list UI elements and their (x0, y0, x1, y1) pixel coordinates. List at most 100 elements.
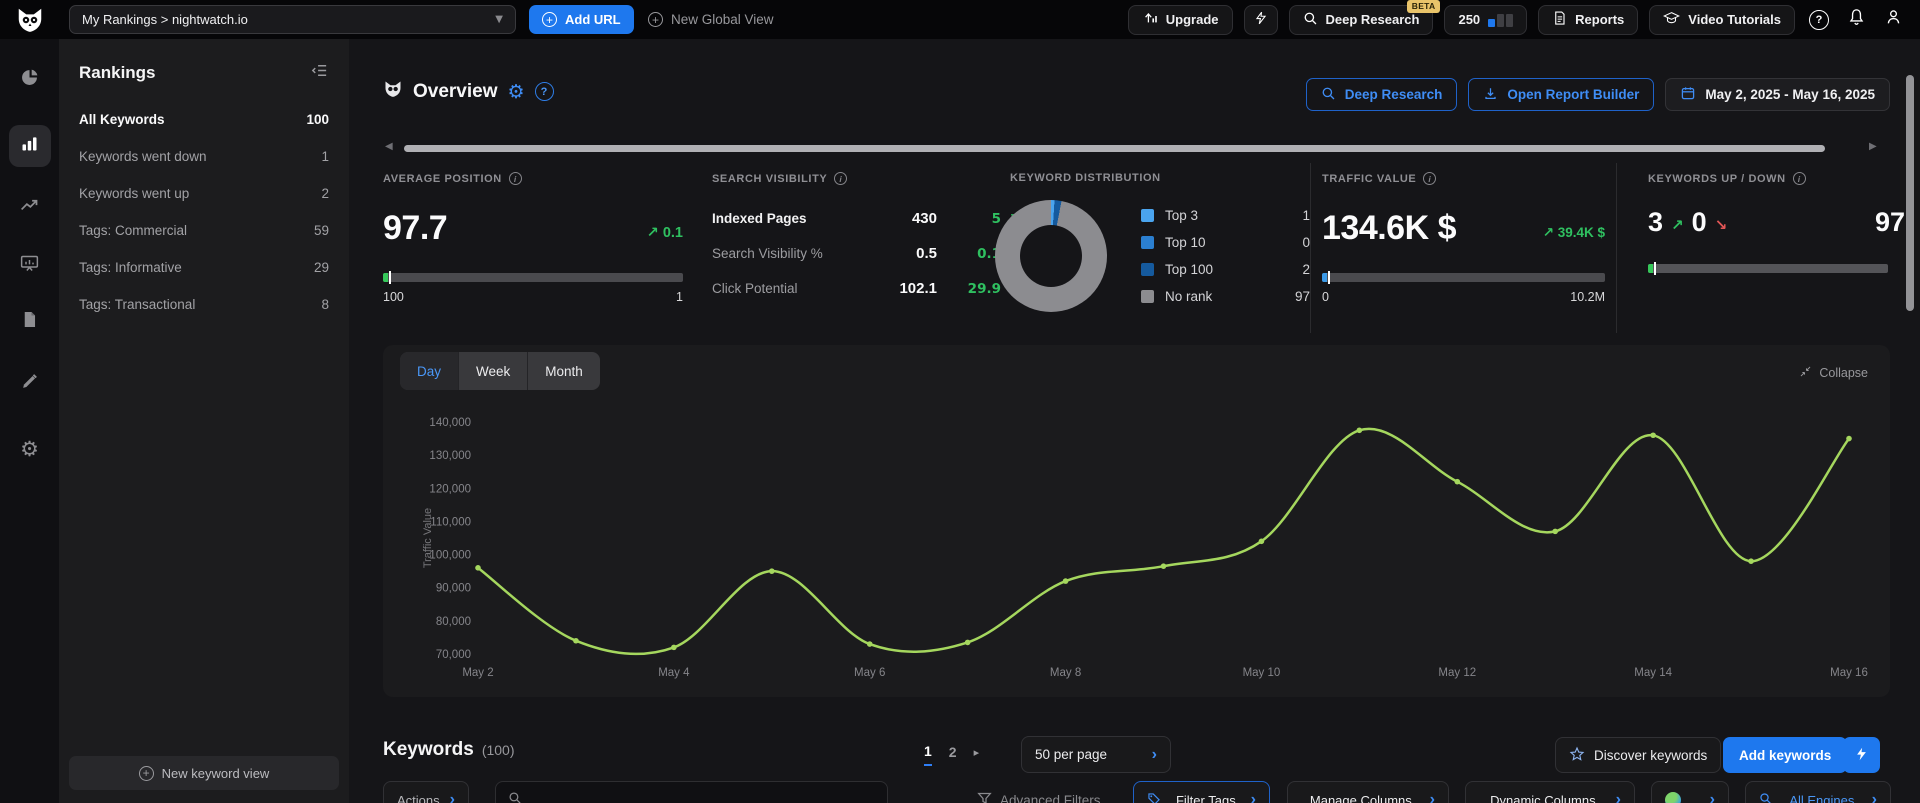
chevron-right-icon: › (1429, 791, 1435, 803)
sidebar-item[interactable]: Tags: Transactional 8 (59, 286, 349, 323)
rankings-sidebar: Rankings All Keywords 100 Keywords went do… (59, 39, 349, 803)
sidebar-item[interactable]: All Keywords 100 (59, 101, 349, 138)
stats-horizontal-scrollbar[interactable] (404, 145, 1825, 152)
nav-site-audit-icon[interactable] (18, 251, 42, 275)
dynamic-columns-button[interactable]: Dynamic Columns › (1465, 781, 1635, 803)
tab-day[interactable]: Day (400, 352, 460, 390)
video-tutorials-button[interactable]: Video Tutorials (1649, 4, 1795, 35)
new-keyword-view-button[interactable]: + New keyword view (69, 756, 339, 790)
project-selector[interactable]: My Rankings > nightwatch.io ▼ (69, 5, 516, 34)
open-report-builder-button[interactable]: Open Report Builder (1468, 78, 1655, 111)
report-document-icon (1552, 10, 1567, 29)
keyword-distribution-donut (995, 200, 1107, 312)
sidebar-collapse-icon[interactable] (310, 61, 329, 85)
manage-columns-button[interactable]: Manage Columns › (1287, 781, 1449, 803)
sidebar-item[interactable]: Tags: Informative 29 (59, 249, 349, 286)
account-button[interactable] (1880, 7, 1906, 33)
trend-down-icon: ↘ (1714, 216, 1728, 234)
bell-icon (1847, 7, 1866, 32)
traffic-value-bar (1322, 271, 1605, 284)
chart-granularity-tabs: Day Week Month (400, 352, 600, 390)
chevron-right-icon: › (1709, 791, 1715, 803)
help-button[interactable]: ? (1806, 7, 1832, 33)
discover-keywords-button[interactable]: Discover keywords (1555, 737, 1722, 773)
legend-row: Top 31 (1141, 202, 1310, 229)
nav-dashboard-pie-icon[interactable] (18, 65, 42, 89)
scroll-right-arrow[interactable]: ▶ (1869, 141, 1877, 152)
person-icon (1884, 7, 1903, 32)
notifications-button[interactable] (1843, 7, 1869, 33)
svg-text:100,000: 100,000 (429, 550, 471, 562)
nav-notes-pencil-icon[interactable] (18, 369, 42, 393)
per-page-selector[interactable]: 50 per page › (1021, 736, 1171, 773)
next-page-icon[interactable]: ▸ (974, 746, 980, 763)
search-visibility-row: Click Potential 102.1 29.9 ↗ (712, 280, 1017, 297)
svg-text:120,000: 120,000 (429, 483, 471, 495)
question-mark-icon: ? (1809, 9, 1829, 30)
auto-discover-lightning-button[interactable] (1843, 737, 1880, 773)
nav-trends-icon[interactable] (18, 193, 42, 217)
nav-settings-gear-icon[interactable]: ⚙ (18, 437, 42, 461)
date-range-picker[interactable]: May 2, 2025 - May 16, 2025 (1665, 78, 1890, 111)
actions-dropdown[interactable]: Actions › (383, 781, 469, 803)
scroll-left-arrow[interactable]: ◀ (385, 141, 393, 152)
add-url-button[interactable]: + Add URL (529, 5, 634, 34)
overview-owl-icon (383, 79, 403, 104)
collapse-chart-button[interactable]: Collapse (1799, 365, 1868, 381)
legend-row: No rank 97 (1141, 283, 1310, 310)
svg-text:May 2: May 2 (462, 667, 493, 679)
keyword-distribution-legend: Top 3 1 Top 10 0 Top 100 2 No rank 97 (1141, 202, 1310, 312)
nav-pages-icon[interactable] (18, 307, 42, 331)
page-1[interactable]: 1 (924, 743, 932, 766)
tab-month[interactable]: Month (528, 352, 600, 390)
info-icon[interactable]: i (834, 172, 848, 185)
beta-badge: BETA (1406, 0, 1441, 13)
add-keywords-button[interactable]: Add keywords (1723, 737, 1848, 773)
overview-help-icon[interactable]: ? (534, 82, 554, 101)
overview-settings-gear-icon[interactable]: ⚙ (508, 81, 525, 103)
svg-text:May 8: May 8 (1050, 667, 1081, 679)
svg-text:Traffic Value: Traffic Value (422, 508, 434, 568)
average-position-card: AVERAGE POSITION i 97.7 ↗ 0.1 100 1 (383, 172, 683, 304)
svg-text:May 10: May 10 (1243, 667, 1281, 679)
info-icon[interactable]: i (1423, 172, 1437, 185)
deep-research-button[interactable]: Deep Research BETA (1288, 0, 1441, 35)
topbar-right-group: Upgrade Deep Research BETA 250 Reports V… (1127, 0, 1906, 35)
legend-swatch (1141, 290, 1154, 303)
bar-chart-icon (19, 133, 40, 159)
app-window: My Rankings > nightwatch.io ▼ + Add URL … (0, 0, 1920, 803)
upgrade-button[interactable]: Upgrade (1127, 4, 1233, 35)
tab-week[interactable]: Week (459, 352, 529, 390)
traffic-value-card: TRAFFIC VALUE i 134.6K $ ↗ 39.4K $ 0 10.… (1322, 172, 1605, 304)
sidebar-item[interactable]: Tags: Commercial 59 (59, 212, 349, 249)
page-title: Overview (413, 80, 498, 102)
nav-rankings-active[interactable] (8, 125, 51, 167)
filter-tags-button[interactable]: Filter Tags › (1133, 781, 1270, 803)
quick-actions-button[interactable] (1243, 4, 1278, 35)
info-icon[interactable]: i (508, 172, 522, 185)
keywords-count: (100) (481, 742, 515, 758)
sidebar-item-count: 100 (306, 112, 329, 127)
reports-button[interactable]: Reports (1538, 4, 1639, 35)
collapse-icon (1799, 365, 1812, 381)
sidebar-item[interactable]: Keywords went up 2 (59, 175, 349, 212)
legend-row: Top 10 0 (1141, 229, 1310, 256)
new-global-view-button[interactable]: + New Global View (648, 5, 774, 34)
page-2[interactable]: 2 (949, 744, 957, 765)
chevron-right-icon: › (1871, 791, 1877, 803)
all-engines-selector[interactable]: All Engines › (1745, 781, 1891, 803)
lightning-icon (1854, 746, 1869, 765)
credits-counter[interactable]: 250 (1444, 4, 1528, 35)
sidebar-item[interactable]: Keywords went down 1 (59, 138, 349, 175)
svg-text:May 14: May 14 (1634, 667, 1672, 679)
deep-research-button-secondary[interactable]: Deep Research (1305, 78, 1458, 111)
nightwatch-logo-icon[interactable] (0, 0, 59, 39)
legend-row: Top 100 2 (1141, 256, 1310, 283)
advanced-filters-button[interactable]: Advanced Filters (977, 781, 1101, 803)
info-icon[interactable]: i (1792, 172, 1806, 185)
locale-selector[interactable]: › (1651, 781, 1729, 803)
search-input[interactable] (531, 792, 875, 803)
vertical-scrollbar-thumb[interactable] (1906, 75, 1914, 311)
credits-bars-icon (1488, 13, 1514, 27)
svg-text:May 12: May 12 (1438, 667, 1476, 679)
